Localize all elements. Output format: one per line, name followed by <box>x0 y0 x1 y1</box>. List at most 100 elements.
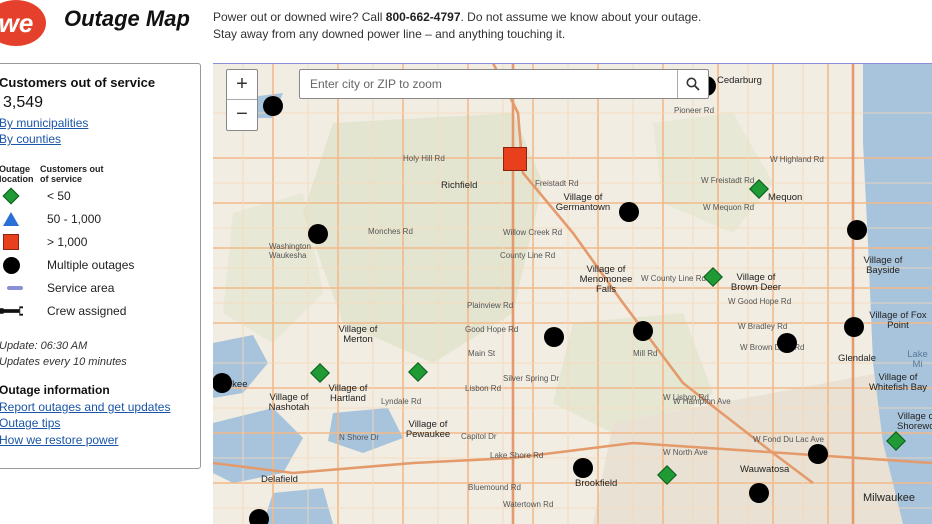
phone-number: 800-662-4797 <box>385 10 461 24</box>
outage-map[interactable]: Cedarburg Richfield Village of Germantow… <box>213 63 932 524</box>
outage-notice: Power out or downed wire? Call 800-662-4… <box>213 10 702 41</box>
search-input[interactable] <box>308 74 672 94</box>
place-label: Village of Pewaukee <box>405 419 451 440</box>
street-label: W Lisbon Rd <box>663 393 709 402</box>
place-label: Village of Fox Point <box>869 310 927 331</box>
street-label: W Highland Rd <box>770 155 824 164</box>
place-label: Milwaukee <box>863 492 915 504</box>
street-label: W Freistadt Rd <box>701 176 755 185</box>
street-label: Plainview Rd <box>467 301 514 310</box>
place-label: Brookfield <box>575 478 618 489</box>
outage-tips-link[interactable]: Outage tips <box>0 416 60 430</box>
street-label: Monches Rd <box>368 227 413 236</box>
street-label: Washington <box>269 242 311 251</box>
place-label: Cedarburg <box>717 75 762 86</box>
customers-out-heading: Customers out of service <box>0 75 156 90</box>
street-label: W Fond Du Lac Ave <box>753 435 824 444</box>
multiple-outages-marker[interactable] <box>808 444 828 464</box>
street-label: Main St <box>468 349 496 358</box>
zoom-out-button[interactable]: − <box>227 100 257 129</box>
place-label: Village of Hartland <box>328 383 368 404</box>
green-diamond-icon <box>0 187 23 205</box>
place-label: Delafield <box>261 474 298 485</box>
place-label: Lake Mi <box>907 349 928 370</box>
outage-info-panel: Customers out of service 3,549 By munici… <box>0 63 201 469</box>
by-municipalities-link[interactable]: By municipalities <box>0 116 88 130</box>
street-label: Bluemound Rd <box>468 483 521 492</box>
street-label: Lake Shore Rd <box>490 451 544 460</box>
legend-row-large: > 1,000 <box>0 233 189 251</box>
place-label: Glendale <box>838 353 877 364</box>
street-label: Capitol Dr <box>461 432 497 441</box>
street-label: W North Ave <box>663 448 708 457</box>
blue-triangle-icon <box>0 210 23 228</box>
street-label: N Shore Dr <box>339 433 380 442</box>
legend-row-service-area: Service area <box>0 279 189 297</box>
multiple-outages-marker[interactable] <box>847 220 867 240</box>
restore-power-link[interactable]: How we restore power <box>0 433 118 447</box>
update-frequency: Updates every 10 minutes <box>0 356 127 368</box>
street-label: Lyndale Rd <box>381 397 422 406</box>
multiple-outages-marker[interactable] <box>544 327 564 347</box>
street-label: Willow Creek Rd <box>503 228 563 237</box>
legend-customers-header: Customers out of service <box>40 164 104 184</box>
red-square-icon <box>0 233 23 251</box>
we-energies-logo: we <box>0 0 46 46</box>
location-search <box>299 69 709 99</box>
place-label: Village of Bayside <box>863 255 903 276</box>
by-counties-link[interactable]: By counties <box>0 132 61 146</box>
place-label: Village of Brown Deer <box>730 272 782 293</box>
place-label: Mequon <box>768 192 803 203</box>
wrench-icon <box>0 302 23 320</box>
service-area-line-icon <box>0 279 23 297</box>
street-label: Lisbon Rd <box>465 384 502 393</box>
street-label: W County Line Rd <box>641 274 706 283</box>
multiple-outages-marker[interactable] <box>213 373 232 393</box>
street-label: Holy Hill Rd <box>403 154 445 163</box>
place-label: Village of Menomonee Falls <box>579 264 633 295</box>
legend-row-crew: Crew assigned <box>0 302 189 320</box>
street-label: W Mequon Rd <box>703 203 755 212</box>
street-label: Watertown Rd <box>503 500 554 509</box>
place-label: Village of Nashotah <box>268 392 310 413</box>
place-label: Village of Merton <box>338 324 378 345</box>
multiple-outages-marker[interactable] <box>263 96 283 116</box>
street-label: County Line Rd <box>500 251 556 260</box>
customers-out-count: 3,549 <box>3 94 44 111</box>
street-label: Pioneer Rd <box>674 106 715 115</box>
place-label: Village of Shorewood <box>897 411 932 432</box>
place-label: Village of Germantown <box>555 192 611 213</box>
legend-row-small: < 50 <box>0 187 189 205</box>
multiple-outages-marker[interactable] <box>777 333 797 353</box>
street-label: W Good Hope Rd <box>728 297 792 306</box>
multiple-outages-marker[interactable] <box>573 458 593 478</box>
zoom-control: + − <box>226 69 258 131</box>
multiple-outages-marker[interactable] <box>749 483 769 503</box>
place-label: Village of Whitefish Bay <box>868 372 928 393</box>
large-outage-marker[interactable] <box>503 147 527 171</box>
place-label: Wauwatosa <box>740 464 790 475</box>
legend-row-medium: 50 - 1,000 <box>0 210 189 228</box>
search-button[interactable] <box>677 70 708 98</box>
street-label: Mill Rd <box>633 349 658 358</box>
multiple-outages-marker[interactable] <box>844 317 864 337</box>
street-label: Good Hope Rd <box>465 325 519 334</box>
page-title: Outage Map <box>64 6 190 31</box>
street-label: Freistadt Rd <box>535 179 579 188</box>
report-outages-link[interactable]: Report outages and get updates <box>0 400 170 414</box>
legend-location-header: Outage location <box>0 164 34 184</box>
street-label: W Bradley Rd <box>738 322 788 331</box>
update-time: Update: 06:30 AM <box>0 340 88 352</box>
zoom-in-button[interactable]: + <box>227 70 257 99</box>
outage-information-heading: Outage information <box>0 383 110 397</box>
search-icon <box>686 77 700 91</box>
multiple-outages-marker[interactable] <box>249 509 269 524</box>
street-label: Waukesha <box>269 251 307 260</box>
black-circle-icon <box>0 256 23 274</box>
multiple-outages-marker[interactable] <box>308 224 328 244</box>
place-label: Richfield <box>441 180 478 191</box>
street-label: Silver Spring Dr <box>503 374 560 383</box>
multiple-outages-marker[interactable] <box>619 202 639 222</box>
legend-row-multiple: Multiple outages <box>0 256 189 274</box>
multiple-outages-marker[interactable] <box>633 321 653 341</box>
